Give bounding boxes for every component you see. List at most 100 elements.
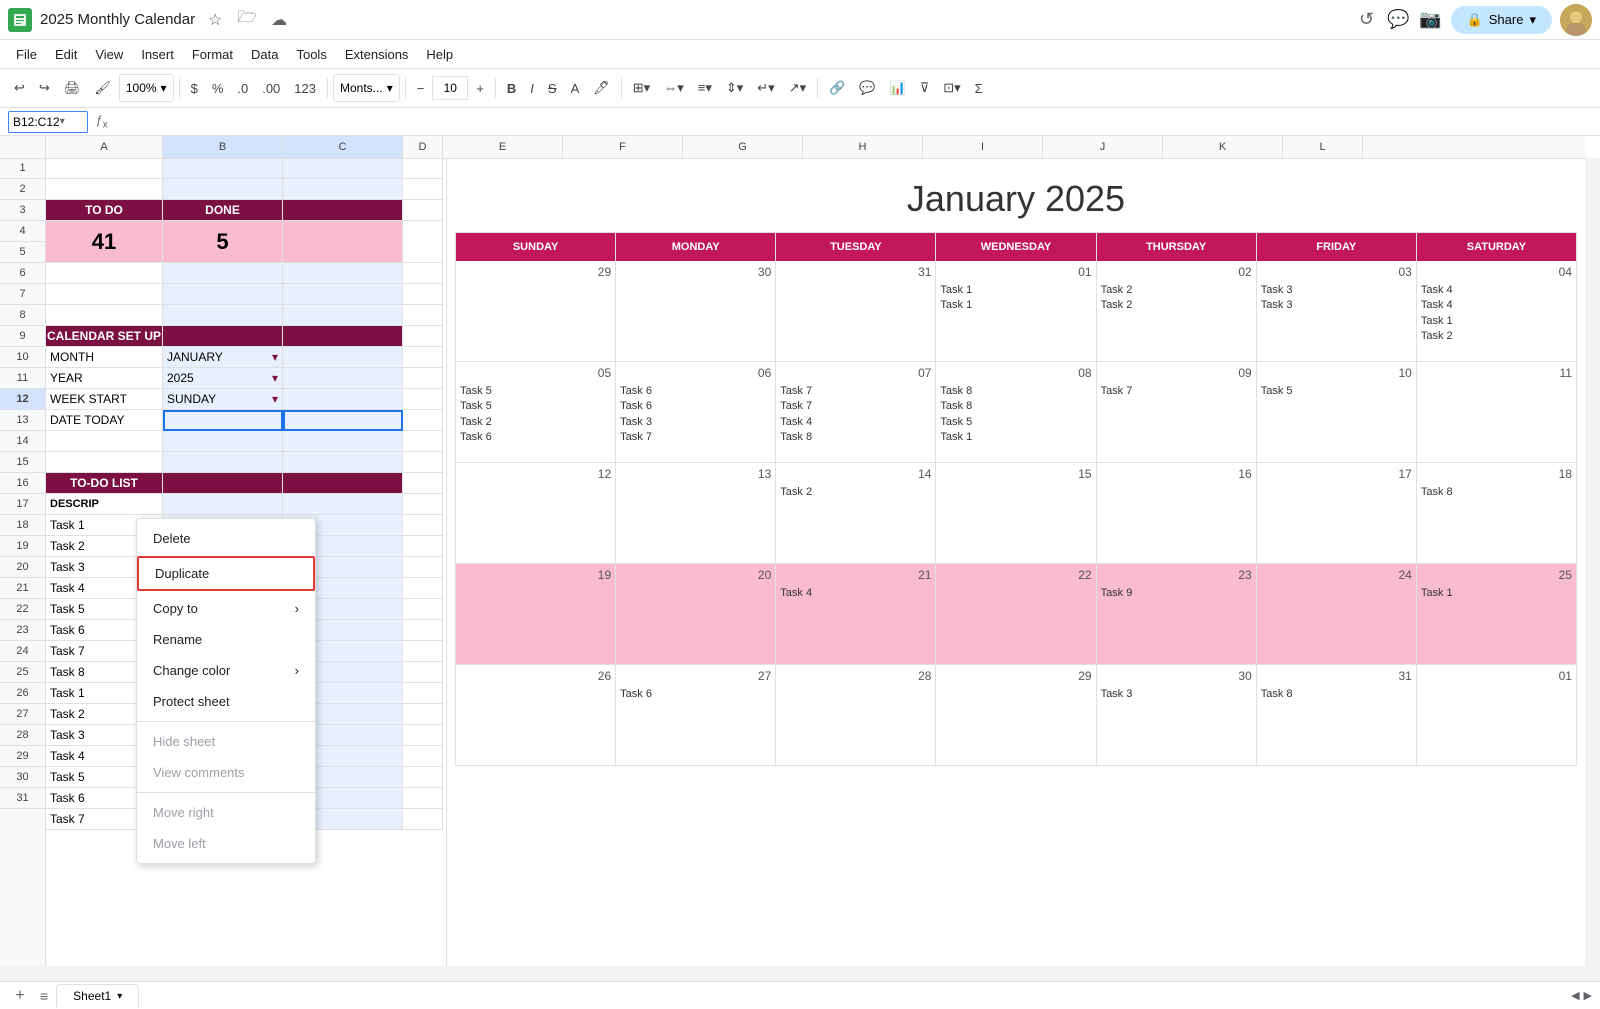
cell-D23[interactable] — [403, 641, 443, 662]
cell-D27[interactable] — [403, 725, 443, 746]
menu-help[interactable]: Help — [418, 45, 461, 64]
cal-day-jan25[interactable]: 25Task 1 — [1417, 564, 1576, 664]
cell-B1[interactable] — [163, 158, 283, 179]
cal-day-jan11[interactable]: 11 — [1417, 362, 1576, 462]
cell-C6[interactable] — [283, 284, 403, 305]
cal-day-feb01[interactable]: 01 — [1417, 665, 1576, 765]
scroll-left-btn[interactable]: ◀ — [1571, 989, 1579, 1002]
col-header-E[interactable]: E — [443, 136, 563, 158]
rotate-button[interactable]: ↗▾ — [783, 74, 812, 102]
cell-B4[interactable]: 5 — [163, 221, 283, 263]
decrease-font-button[interactable]: − — [411, 74, 431, 102]
cal-day-jan20[interactable]: 20 — [616, 564, 776, 664]
cell-C4[interactable] — [283, 221, 403, 263]
formula-button[interactable]: Σ — [969, 74, 989, 102]
h-align-button[interactable]: ≡▾ — [692, 74, 718, 102]
cal-day-jan07[interactable]: 07Task 7Task 7Task 4Task 8 — [776, 362, 936, 462]
cal-day-jan12[interactable]: 12 — [456, 463, 616, 563]
cell-A13[interactable] — [46, 431, 163, 452]
col-header-J[interactable]: J — [1043, 136, 1163, 158]
cal-day-jan23[interactable]: 23Task 9 — [1097, 564, 1257, 664]
highlight-button[interactable]: 🖊 — [587, 74, 616, 102]
cell-A8[interactable]: CALENDAR SET UP — [46, 326, 163, 347]
cell-B13[interactable] — [163, 431, 283, 452]
cal-day-jan13[interactable]: 13 — [616, 463, 776, 563]
comment-button[interactable]: 💬 — [853, 74, 881, 102]
cal-day-jan31[interactable]: 31Task 8 — [1257, 665, 1417, 765]
row-num-17[interactable]: 17 — [0, 494, 45, 515]
col-header-K[interactable]: K — [1163, 136, 1283, 158]
cal-day-jan02[interactable]: 02Task 2Task 2 — [1097, 261, 1257, 361]
row-num-30[interactable]: 30 — [0, 767, 45, 788]
sheet-tab-sheet1[interactable]: Sheet1 ▾ — [56, 984, 139, 1007]
cal-day-jan16[interactable]: 16 — [1097, 463, 1257, 563]
col-header-A[interactable]: A — [46, 136, 163, 158]
cell-B6[interactable] — [163, 284, 283, 305]
menu-data[interactable]: Data — [243, 45, 286, 64]
cell-B14[interactable] — [163, 452, 283, 473]
cell-C10[interactable] — [283, 368, 403, 389]
cell-C16[interactable] — [283, 494, 403, 515]
share-button[interactable]: 🔒 Share ▾ — [1451, 6, 1552, 34]
cell-D2[interactable] — [403, 179, 443, 200]
cell-D10[interactable] — [403, 368, 443, 389]
cell-D29[interactable] — [403, 767, 443, 788]
horizontal-scrollbar[interactable] — [0, 966, 1585, 981]
menu-format[interactable]: Format — [184, 45, 241, 64]
row-num-23[interactable]: 23 — [0, 620, 45, 641]
row-num-20[interactable]: 20 — [0, 557, 45, 578]
format-number-button[interactable]: 123 — [288, 74, 322, 102]
bold-button[interactable]: B — [501, 74, 522, 102]
cell-A3[interactable]: TO DO — [46, 200, 163, 221]
cell-A1[interactable] — [46, 158, 163, 179]
cell-B7[interactable] — [163, 305, 283, 326]
row-num-10[interactable]: 10 — [0, 347, 45, 368]
cell-A4[interactable]: 41 — [46, 221, 163, 263]
cell-D9[interactable] — [403, 347, 443, 368]
row-num-21[interactable]: 21 — [0, 578, 45, 599]
cell-D11[interactable] — [403, 389, 443, 410]
formula-input[interactable] — [116, 111, 1592, 133]
cal-day-jan18[interactable]: 18Task 8 — [1417, 463, 1576, 563]
cell-D16[interactable] — [403, 494, 443, 515]
row-num-4[interactable]: 4 — [0, 221, 45, 242]
cal-day-jan29[interactable]: 29 — [936, 665, 1096, 765]
cell-D22[interactable] — [403, 620, 443, 641]
increase-decimal-button[interactable]: .00 — [256, 74, 286, 102]
cell-D12[interactable] — [403, 410, 443, 431]
col-header-L[interactable]: L — [1283, 136, 1363, 158]
cell-B5[interactable] — [163, 263, 283, 284]
paint-format-button[interactable]: 🖌 — [88, 74, 117, 102]
folder-icon[interactable]: 🗁 — [235, 8, 259, 32]
cell-C7[interactable] — [283, 305, 403, 326]
col-header-G[interactable]: G — [683, 136, 803, 158]
cal-day-jan03[interactable]: 03Task 3Task 3 — [1257, 261, 1417, 361]
col-header-B[interactable]: B — [163, 136, 283, 158]
cell-B8[interactable] — [163, 326, 283, 347]
cal-day-jan26[interactable]: 26 — [456, 665, 616, 765]
scroll-right-btn[interactable]: ▶ — [1584, 989, 1592, 1002]
cell-B11[interactable]: SUNDAY ▾ — [163, 389, 283, 410]
cell-D20[interactable] — [403, 578, 443, 599]
cell-D1[interactable] — [403, 158, 443, 179]
cell-C1[interactable] — [283, 158, 403, 179]
cell-A7[interactable] — [46, 305, 163, 326]
increase-font-button[interactable]: + — [470, 74, 490, 102]
cell-D8[interactable] — [403, 326, 443, 347]
add-sheet-button[interactable]: + — [8, 984, 32, 1008]
cell-A14[interactable] — [46, 452, 163, 473]
row-num-15[interactable]: 15 — [0, 452, 45, 473]
cal-day-jan05[interactable]: 05Task 5Task 5Task 2Task 6 — [456, 362, 616, 462]
percent-button[interactable]: % — [206, 74, 230, 102]
cal-day-jan14[interactable]: 14Task 2 — [776, 463, 936, 563]
cell-B3[interactable]: DONE — [163, 200, 283, 221]
cell-D14[interactable] — [403, 452, 443, 473]
row-num-9[interactable]: 9 — [0, 326, 45, 347]
undo-button[interactable]: ↩ — [8, 74, 31, 102]
history-icon[interactable]: ↺ — [1355, 8, 1379, 32]
text-color-button[interactable]: A — [565, 74, 586, 102]
row-num-14[interactable]: 14 — [0, 431, 45, 452]
cal-day-jan19[interactable]: 19 — [456, 564, 616, 664]
comment-icon[interactable]: 💬 — [1387, 8, 1411, 32]
cell-B16[interactable] — [163, 494, 283, 515]
